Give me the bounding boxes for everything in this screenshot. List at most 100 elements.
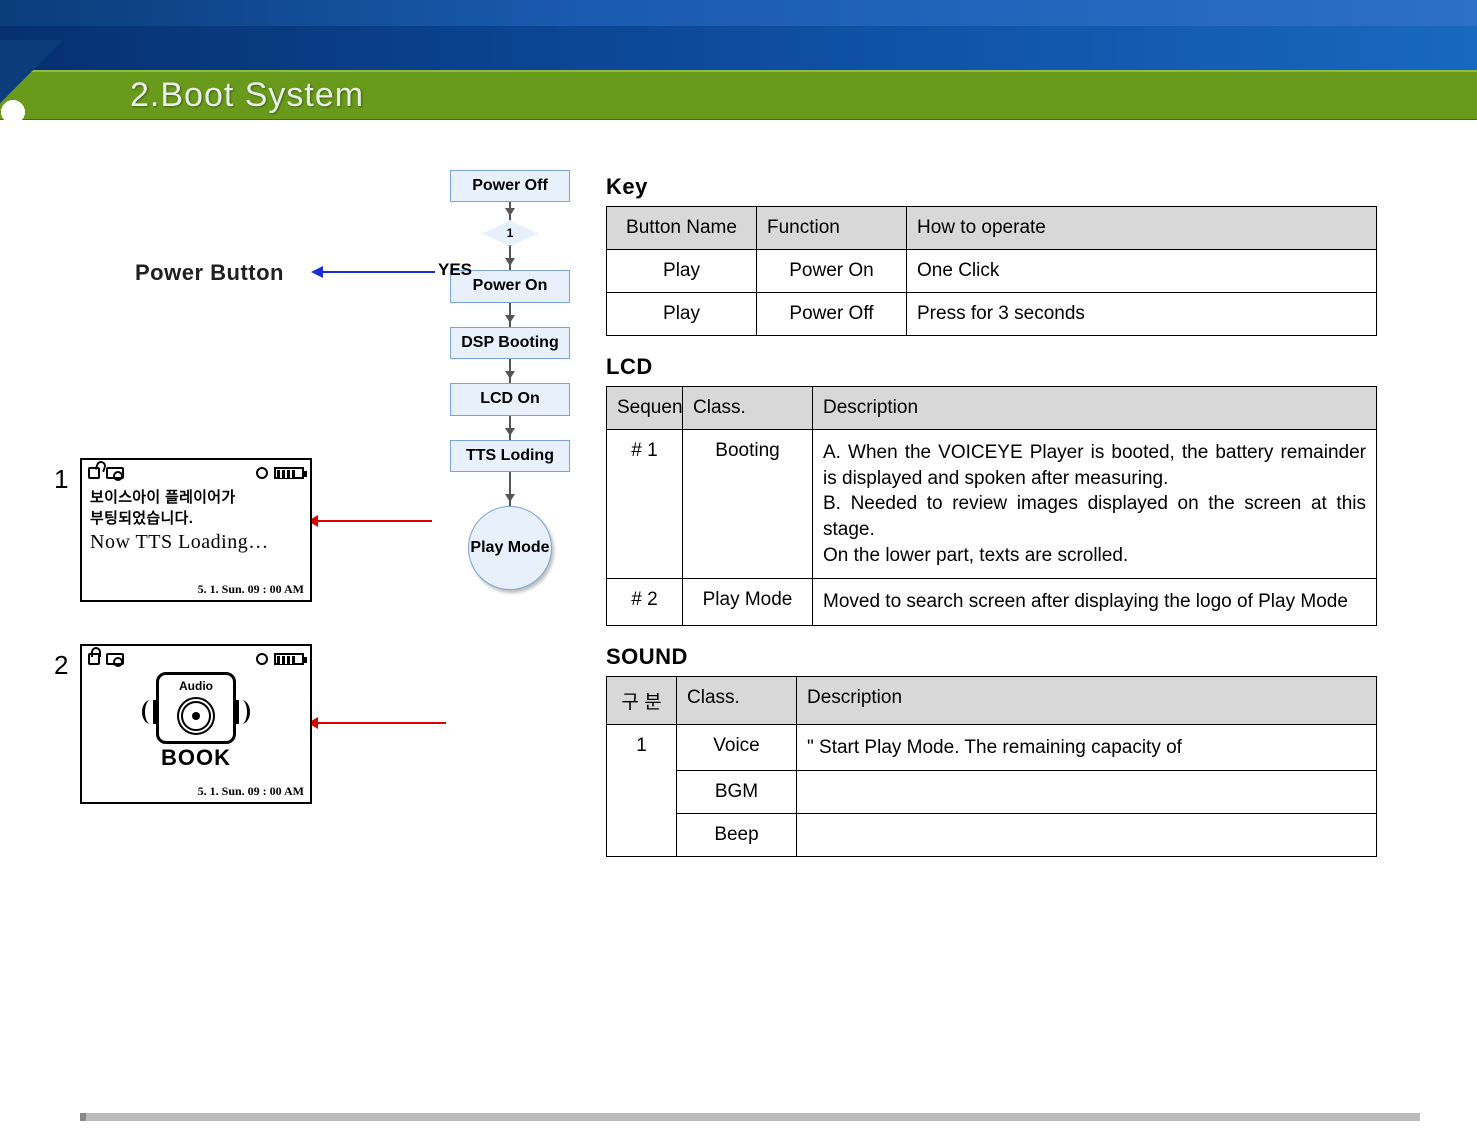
flowchart: Power Off 1 YES Power On DSP Booting LCD… <box>430 170 590 590</box>
sound-wave-left-icon <box>142 700 156 724</box>
flow-box-dsp: DSP Booting <box>450 327 570 359</box>
camera-icon <box>106 467 124 479</box>
cell: Power Off <box>757 293 907 336</box>
cell: Play <box>607 250 757 293</box>
mockup-status-bar <box>82 460 310 484</box>
audiobook-icon <box>156 672 236 744</box>
col-button-name: Button Name <box>607 207 757 250</box>
lcd-table: Sequen Class. Description # 1 Booting A.… <box>606 386 1377 626</box>
table-row: # 2 Play Mode Moved to search screen aft… <box>607 579 1377 626</box>
table-row: # 1 Booting A. When the VOICEYE Player i… <box>607 430 1377 579</box>
status-icons-right <box>256 464 304 482</box>
cell: " Start Play Mode. The remaining capacit… <box>797 724 1377 771</box>
table-row: Play Power On One Click <box>607 250 1377 293</box>
lock-open-icon <box>88 467 100 479</box>
cell: Press for 3 seconds <box>907 293 1377 336</box>
cell: A. When the VOICEYE Player is booted, th… <box>813 430 1377 579</box>
moon-icon <box>256 467 268 479</box>
status-icons-left <box>88 650 124 668</box>
mockup-timestamp: 5. 1. Sun. 09 : 00 AM <box>198 784 304 799</box>
right-column: Key Button Name Function How to operate … <box>606 170 1437 1111</box>
flow-connector <box>509 472 511 506</box>
table-header-row: Button Name Function How to operate <box>607 207 1377 250</box>
cell: Voice <box>677 724 797 771</box>
mockup-body: 보이스아이 플레이어가 부팅되었습니다. Now TTS Loading… <box>82 484 310 556</box>
header-gradient-mid <box>0 26 1477 70</box>
cell: # 2 <box>607 579 683 626</box>
content-area: Power Button Power Off 1 YES Power On DS… <box>0 160 1477 1131</box>
mockup-timestamp: 5. 1. Sun. 09 : 00 AM <box>198 582 304 597</box>
speaker-ring-icon <box>177 697 215 735</box>
col-gubun: 구 분 <box>607 676 677 724</box>
section-title-key: Key <box>606 174 1377 200</box>
key-table: Button Name Function How to operate Play… <box>606 206 1377 336</box>
cell <box>797 771 1377 814</box>
table-header-row: Sequen Class. Description <box>607 387 1377 430</box>
table-row: Beep <box>607 814 1377 857</box>
mockup-number: 2 <box>54 650 68 681</box>
cell: 1 <box>607 724 677 857</box>
book-label: BOOK <box>161 745 231 771</box>
col-sequence: Sequen <box>607 387 683 430</box>
lcd-mockup-booting: 1 보이스아이 플레이어가 부팅되었습니다. Now TTS Loading… … <box>80 458 312 602</box>
title-bar: 2.Boot System <box>0 70 1477 120</box>
lcd-mockup-playmode: 2 BOOK <box>80 644 312 804</box>
sound-table: 구 분 Class. Description 1 Voice " Start P… <box>606 676 1377 858</box>
cell: Moved to search screen after displaying … <box>813 579 1377 626</box>
boot-subtext: Now TTS Loading… <box>90 531 302 554</box>
flow-connector <box>509 202 511 220</box>
flow-circle-play-mode: Play Mode <box>468 506 552 590</box>
boot-text-line1: 보이스아이 플레이어가 <box>90 486 302 507</box>
status-icons-left <box>88 464 124 482</box>
flow-box-tts: TTS Loding <box>450 440 570 472</box>
flow-decision-wrap: 1 YES <box>482 220 538 246</box>
footer-scrollbar <box>80 1113 1420 1121</box>
arrow-play-to-mock <box>312 722 446 724</box>
table-row: 1 Voice " Start Play Mode. The remaining… <box>607 724 1377 771</box>
power-button-label: Power Button <box>135 260 284 286</box>
cell: BGM <box>677 771 797 814</box>
cell: Play Mode <box>683 579 813 626</box>
section-title-sound: SOUND <box>606 644 1377 670</box>
cell: One Click <box>907 250 1377 293</box>
cell: # 1 <box>607 430 683 579</box>
cell: Beep <box>677 814 797 857</box>
cell <box>797 814 1377 857</box>
page-title: 2.Boot System <box>130 76 364 115</box>
boot-text-line2: 부팅되었습니다. <box>90 507 302 528</box>
mockup-number: 1 <box>54 464 68 495</box>
col-class: Class. <box>677 676 797 724</box>
col-description: Description <box>813 387 1377 430</box>
battery-icon <box>274 467 304 479</box>
sound-wave-right-icon <box>236 700 250 724</box>
arrow-lcd-to-mock <box>312 520 432 522</box>
flow-decision-diamond: 1 <box>482 220 538 246</box>
flow-connector <box>509 303 511 327</box>
flow-connector <box>509 359 511 383</box>
camera-icon <box>106 653 124 665</box>
lock-closed-icon <box>88 653 100 665</box>
battery-icon <box>274 653 304 665</box>
mockup-status-bar <box>82 646 310 670</box>
col-how-to-operate: How to operate <box>907 207 1377 250</box>
table-row: Play Power Off Press for 3 seconds <box>607 293 1377 336</box>
flow-connector <box>509 246 511 270</box>
mockup-body: BOOK <box>82 670 310 771</box>
cell: Booting <box>683 430 813 579</box>
section-title-lcd: LCD <box>606 354 1377 380</box>
table-header-row: 구 분 Class. Description <box>607 676 1377 724</box>
col-class: Class. <box>683 387 813 430</box>
left-column: Power Button Power Off 1 YES Power On DS… <box>80 170 590 1111</box>
flow-box-lcd-on: LCD On <box>450 383 570 415</box>
arrow-power-button <box>315 271 435 273</box>
flow-yes-label: YES <box>438 260 472 280</box>
cell: Power On <box>757 250 907 293</box>
table-row: BGM <box>607 771 1377 814</box>
status-icons-right <box>256 650 304 668</box>
col-function: Function <box>757 207 907 250</box>
moon-icon <box>256 653 268 665</box>
cell: Play <box>607 293 757 336</box>
flow-box-power-off: Power Off <box>450 170 570 202</box>
col-description: Description <box>797 676 1377 724</box>
flow-connector <box>509 416 511 440</box>
